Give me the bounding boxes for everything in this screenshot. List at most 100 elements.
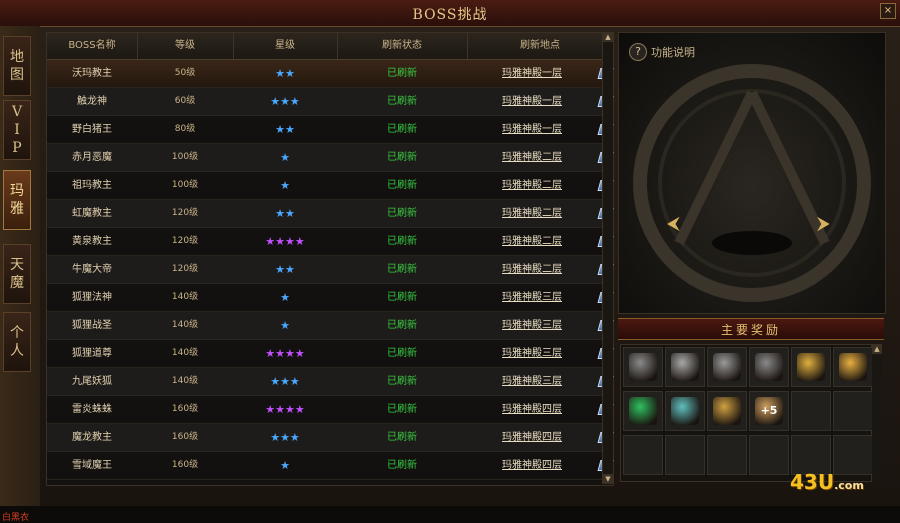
cell-status: 已刷新 xyxy=(387,152,417,163)
table-row[interactable]: 狐狸法神 140级 ★ 已刷新 玛雅神殿三层 xyxy=(47,284,614,312)
cell-location[interactable]: 玛雅神殿一层 xyxy=(467,116,597,143)
table-row[interactable]: 狐狸战圣 140级 ★ 已刷新 玛雅神殿三层 xyxy=(47,312,614,340)
cell-location[interactable]: 玛雅神殿一层 xyxy=(467,60,597,87)
table-row[interactable]: 触龙神 60级 ★★★ 已刷新 玛雅神殿一层 xyxy=(47,88,614,116)
side-tab-0[interactable]: 地图 xyxy=(3,36,31,96)
cell-stars: ★★ xyxy=(275,123,295,136)
prev-arrow-icon[interactable]: ⮜ xyxy=(667,213,680,234)
header-location: 刷新地点 xyxy=(520,40,560,51)
watermark-logo: 43U.com xyxy=(790,470,864,494)
side-tab-2[interactable]: 玛雅 xyxy=(3,170,31,230)
cell-location[interactable]: 玛雅神殿四层 xyxy=(467,396,597,423)
side-tab-char: P xyxy=(12,140,22,156)
cell-stars: ★★★ xyxy=(270,95,300,108)
cell-location[interactable]: 玛雅神殿四层 xyxy=(467,424,597,451)
title-bar: BOSS挑战 × xyxy=(0,0,900,27)
cell-stars: ★★ xyxy=(275,67,295,80)
reward-slot[interactable] xyxy=(833,435,873,475)
scroll-down-icon[interactable]: ▼ xyxy=(603,474,613,484)
close-button[interactable]: × xyxy=(880,3,896,19)
cell-location[interactable]: 玛雅神殿三层 xyxy=(467,368,597,395)
side-tab-char: 地 xyxy=(10,49,24,65)
side-tab-char: 图 xyxy=(10,67,24,83)
reward-slot[interactable] xyxy=(791,435,831,475)
cell-level: 160级 xyxy=(171,404,199,414)
table-scrollbar[interactable]: ▲ ▼ xyxy=(602,32,613,484)
scroll-up-icon[interactable]: ▲ xyxy=(603,32,613,42)
table-row[interactable]: 虹魔教主 120级 ★★ 已刷新 玛雅神殿二层 xyxy=(47,200,614,228)
cell-location[interactable]: 玛雅神殿二层 xyxy=(467,144,597,171)
reward-slot[interactable] xyxy=(833,391,873,431)
cell-location[interactable]: 玛雅神殿二层 xyxy=(467,172,597,199)
table-row[interactable]: 雷炎蛛蛛 160级 ★★★★ 已刷新 玛雅神殿四层 xyxy=(47,396,614,424)
table-row[interactable]: 九尾妖狐 140级 ★★★ 已刷新 玛雅神殿三层 xyxy=(47,368,614,396)
reward-header: 主要奖励 xyxy=(618,318,884,340)
table-header: BOSS名称 等级 星级 刷新状态 刷新地点 xyxy=(47,33,613,60)
next-arrow-icon[interactable]: ⮞ xyxy=(817,213,830,234)
side-tab-3[interactable]: 天魔 xyxy=(3,244,31,304)
cell-location[interactable]: 玛雅神殿三层 xyxy=(467,284,597,311)
cell-location[interactable]: 玛雅神殿三层 xyxy=(467,340,597,367)
window-title: BOSS挑战 xyxy=(412,7,488,23)
reward-slot[interactable] xyxy=(665,391,705,431)
reward-slot[interactable] xyxy=(665,435,705,475)
header-stars: 星级 xyxy=(233,33,338,59)
reward-slot[interactable]: +5 xyxy=(749,391,789,431)
reward-scrollbar[interactable]: ▲ xyxy=(872,344,882,480)
reward-slot[interactable] xyxy=(791,347,831,387)
cell-stars: ★ xyxy=(280,151,290,164)
table-row[interactable]: 沃玛教主 50级 ★★ 已刷新 玛雅神殿一层 xyxy=(47,60,614,88)
cell-location[interactable]: 玛雅神殿二层 xyxy=(467,256,597,283)
reward-slot[interactable] xyxy=(623,435,663,475)
side-tab-char: 玛 xyxy=(10,183,24,199)
reward-scroll-up-icon[interactable]: ▲ xyxy=(872,344,882,354)
table-row[interactable]: 黄泉教主 120级 ★★★★ 已刷新 玛雅神殿二层 xyxy=(47,228,614,256)
side-tab-4[interactable]: 个人 xyxy=(3,312,31,372)
table-row[interactable]: 祖玛教主 100级 ★ 已刷新 玛雅神殿二层 xyxy=(47,172,614,200)
cell-level: 160级 xyxy=(171,460,199,470)
header-level: 等级 xyxy=(137,33,234,59)
cell-level: 120级 xyxy=(171,264,199,274)
cell-level: 140级 xyxy=(171,320,199,330)
table-row[interactable]: 雪域魔王 160级 ★ 已刷新 玛雅神殿四层 xyxy=(47,452,614,480)
help-icon[interactable]: ? xyxy=(629,43,647,61)
cell-stars: ★★★★ xyxy=(265,347,305,360)
reward-slot[interactable] xyxy=(791,391,831,431)
table-row[interactable]: 魔龙教主 160级 ★★★ 已刷新 玛雅神殿四层 xyxy=(47,424,614,452)
cell-location[interactable]: 玛雅神殿一层 xyxy=(467,88,597,115)
reward-slot[interactable] xyxy=(707,435,747,475)
side-tab-char: 雅 xyxy=(10,201,24,217)
cell-boss-name: 虹魔教主 xyxy=(72,208,112,219)
help-label[interactable]: 功能说明 xyxy=(651,44,695,60)
axe-icon xyxy=(629,353,657,381)
corner-label: 白黑衣 xyxy=(2,513,30,523)
cell-stars: ★ xyxy=(280,291,290,304)
cell-location[interactable]: 玛雅神殿二层 xyxy=(467,228,597,255)
cell-boss-name: 祖玛教主 xyxy=(72,180,112,191)
header-boss-name: BOSS名称 xyxy=(47,33,138,59)
cell-level: 100级 xyxy=(171,152,199,162)
side-tab-char: I xyxy=(14,122,20,138)
cell-location[interactable]: 玛雅神殿二层 xyxy=(467,200,597,227)
emblem-decoration xyxy=(633,64,871,302)
reward-slot[interactable] xyxy=(623,347,663,387)
cell-location[interactable]: 玛雅神殿四层 xyxy=(467,452,597,479)
cell-location[interactable]: 玛雅神殿三层 xyxy=(467,312,597,339)
table-row[interactable]: 牛魔大帝 120级 ★★ 已刷新 玛雅神殿二层 xyxy=(47,256,614,284)
potion-jar-icon xyxy=(671,397,699,425)
reward-slot[interactable] xyxy=(833,347,873,387)
side-tab-1[interactable]: VIP xyxy=(3,100,31,160)
table-row[interactable]: 野白猪王 80级 ★★ 已刷新 玛雅神殿一层 xyxy=(47,116,614,144)
cell-level: 140级 xyxy=(171,292,199,302)
reward-slot[interactable] xyxy=(665,347,705,387)
table-row[interactable]: 狐狸道尊 140级 ★★★★ 已刷新 玛雅神殿三层 xyxy=(47,340,614,368)
reward-slot[interactable] xyxy=(749,347,789,387)
reward-slot[interactable] xyxy=(749,435,789,475)
reward-slot[interactable] xyxy=(707,391,747,431)
cell-stars: ★ xyxy=(280,179,290,192)
reward-slot[interactable] xyxy=(623,391,663,431)
table-row[interactable]: 赤月恶魔 100级 ★ 已刷新 玛雅神殿二层 xyxy=(47,144,614,172)
cell-status: 已刷新 xyxy=(387,96,417,107)
reward-slot[interactable] xyxy=(707,347,747,387)
watermark-suffix: .com xyxy=(834,479,864,492)
